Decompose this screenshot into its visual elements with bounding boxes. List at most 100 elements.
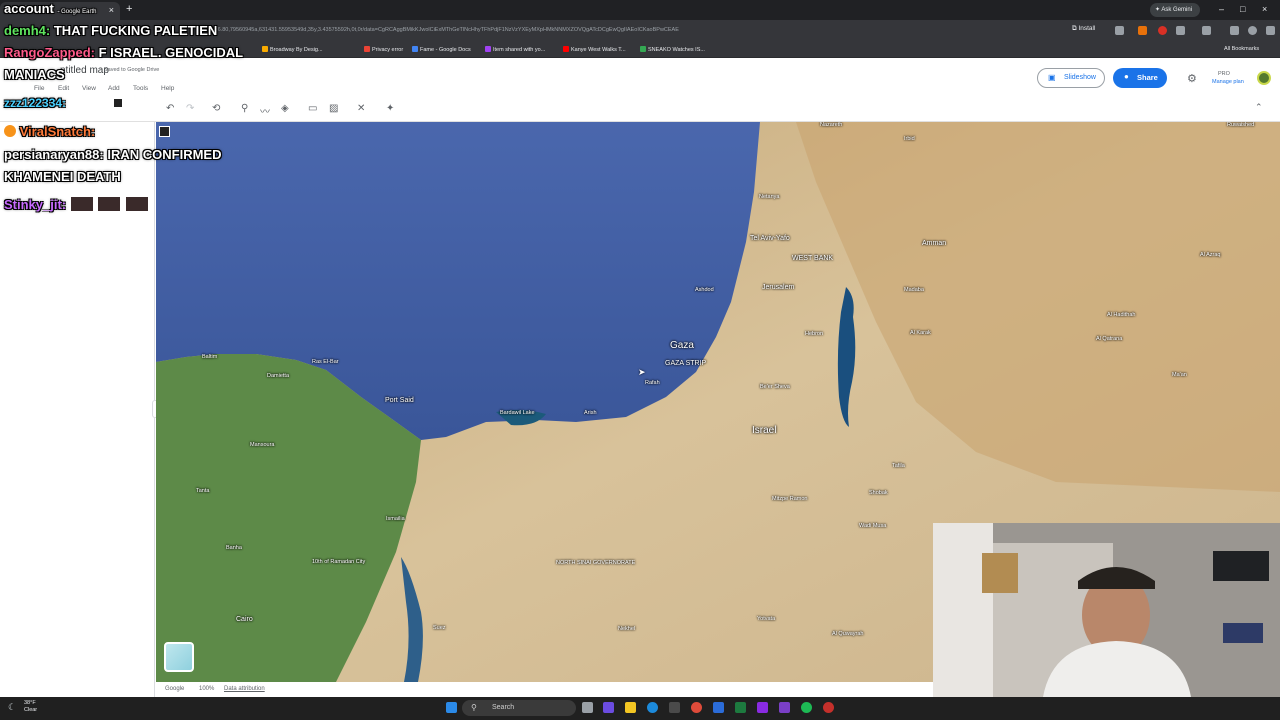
new-tab-icon[interactable]: + <box>126 3 132 15</box>
bookmark-label: Item shared with yo... <box>493 47 546 53</box>
weather-temp: 38°F <box>24 700 36 706</box>
app-icon[interactable] <box>779 702 790 713</box>
downloads-icon[interactable] <box>1230 26 1239 35</box>
settings-gear-icon[interactable]: ⚙ <box>1187 72 1197 85</box>
gemini-sparkle-icon[interactable]: ✦ <box>386 103 394 114</box>
url-field[interactable]: ...76.80,79560945a,631431.55953549d,35y,… <box>210 27 1070 37</box>
history-icon[interactable]: ⟲ <box>212 103 220 114</box>
slideshow-icon: ▣ <box>1048 73 1056 82</box>
chat-text: - Google Earth <box>57 9 97 15</box>
webcam-image <box>933 523 1280 697</box>
extension-icon[interactable] <box>1138 26 1147 35</box>
tools-icon[interactable]: ✕ <box>357 103 365 114</box>
all-bookmarks-button[interactable]: All Bookmarks <box>1224 46 1259 52</box>
chat-username: RangoZapped: <box>4 45 95 60</box>
app-icon[interactable] <box>603 702 614 713</box>
excel-icon[interactable] <box>735 702 746 713</box>
emote-icon <box>69 196 94 212</box>
bookmark-item[interactable]: Broadway By Desig... <box>262 46 323 53</box>
menu-add[interactable]: Add <box>108 85 120 92</box>
map-label-arish: Arish <box>584 410 597 416</box>
bookmark-item[interactable]: Item shared with yo... <box>485 46 545 53</box>
weather-status: Clear <box>24 707 38 713</box>
data-attribution-link[interactable]: Data attribution <box>224 686 265 692</box>
file-explorer-icon[interactable] <box>625 702 636 713</box>
bookmark-item[interactable]: SNEAKO Watches IS... <box>640 46 705 53</box>
draw-path-icon[interactable]: 〰 <box>260 103 270 118</box>
plan-badge: PRO <box>1218 71 1230 77</box>
map-label-ruwaished: Ruwaished <box>1227 122 1255 128</box>
undo-icon[interactable]: ↶ <box>166 103 174 114</box>
map-title[interactable]: ntitled map <box>60 65 109 76</box>
map-label-netanya: Netanya <box>759 194 780 200</box>
map-label-nazareth: Nazareth <box>820 122 843 128</box>
edge-browser-icon[interactable] <box>647 702 658 713</box>
chat-username: demh4: <box>4 23 51 38</box>
map-label-gaza: Gaza <box>670 340 694 351</box>
collapse-toolbar-icon[interactable]: ⌃ <box>1255 102 1263 113</box>
plan-info[interactable]: PRO Manage plan <box>1212 70 1244 86</box>
map-label-gaza-strip: GAZA STRIP <box>665 360 707 367</box>
chat-line: demh4: THAT FUCKING PALETIEN <box>4 23 217 38</box>
weather-widget[interactable]: 38°F Clear <box>24 700 37 714</box>
map-label-baltim: Baltim <box>202 354 218 360</box>
menu-help[interactable]: Help <box>161 85 174 92</box>
map-label-wadi-musa: Wadi Musa <box>859 523 887 529</box>
chat-line: account - Google Earth <box>4 1 97 16</box>
map-label-cairo: Cairo <box>236 616 253 623</box>
chat-username: zzz122334: <box>4 96 67 110</box>
chat-line: persianaryan88: IRAN CONFIRMED <box>4 147 221 162</box>
maximize-icon[interactable]: □ <box>1240 4 1245 14</box>
search-icon: ⚲ <box>471 703 477 712</box>
menu-kebab-icon[interactable] <box>1266 26 1275 35</box>
star-icon[interactable] <box>1115 26 1124 35</box>
emote-icon <box>125 196 149 212</box>
extensions-puzzle-icon[interactable] <box>1176 26 1185 35</box>
account-icon[interactable] <box>1248 26 1257 35</box>
photo-icon[interactable]: ▨ <box>329 103 338 114</box>
chrome-icon[interactable] <box>691 702 702 713</box>
close-window-icon[interactable]: × <box>1262 4 1267 14</box>
install-button[interactable]: ⧉ Install <box>1072 25 1095 33</box>
map-label-north-sinai: NORTH SINAI GOVERNORATE <box>556 560 636 566</box>
menu-edit[interactable]: Edit <box>58 85 69 92</box>
avatar[interactable] <box>1257 71 1271 85</box>
task-view-icon[interactable] <box>582 702 593 713</box>
map-label-madaba: Madaba <box>904 287 924 293</box>
profile-icon[interactable] <box>1202 26 1211 35</box>
ask-gemini-button[interactable]: ✦ Ask Gemini <box>1150 3 1200 17</box>
webcam-overlay <box>933 523 1280 697</box>
redo-icon[interactable]: ↷ <box>186 103 194 114</box>
spotify-icon[interactable] <box>801 702 812 713</box>
bookmark-item[interactable]: Kanye West Walks T... <box>563 46 626 53</box>
map-label-bardawil: Bardawil Lake <box>500 410 535 416</box>
menu-view[interactable]: View <box>82 85 96 92</box>
globe-minimap[interactable] <box>164 642 194 672</box>
bookmark-label: SNEAKO Watches IS... <box>648 47 705 53</box>
map-label-tanta: Tanta <box>196 488 210 494</box>
minimize-icon[interactable]: – <box>1219 4 1224 14</box>
layers-icon[interactable]: ◈ <box>281 103 289 114</box>
slideshow-button[interactable]: ▣ Slideshow <box>1037 68 1105 88</box>
menu-file[interactable]: File <box>34 85 44 92</box>
placemark-icon[interactable]: ⚲ <box>241 103 248 114</box>
windows-start-icon[interactable] <box>446 702 457 713</box>
store-icon[interactable] <box>669 702 680 713</box>
measure-icon[interactable]: ▭ <box>308 103 317 114</box>
menu-tools[interactable]: Tools <box>133 85 148 92</box>
manage-plan-link[interactable]: Manage plan <box>1212 78 1244 86</box>
taskbar-search[interactable]: ⚲ Search <box>462 700 576 716</box>
bookmark-item[interactable]: Privacy error <box>364 46 403 53</box>
map-label-ismailia: Ismailia <box>386 516 405 522</box>
extension-icon[interactable] <box>1158 26 1167 35</box>
saved-status: Saved to Google Drive <box>104 67 160 73</box>
app-icon[interactable] <box>757 702 768 713</box>
install-label: Install <box>1078 25 1096 32</box>
close-tab-icon[interactable]: × <box>109 5 114 15</box>
emote-icon <box>97 196 122 212</box>
zoom-level: 100% <box>199 686 215 692</box>
obs-icon[interactable] <box>823 702 834 713</box>
bookmark-item[interactable]: Fame - Google Docs <box>412 46 471 53</box>
vscode-icon[interactable] <box>713 702 724 713</box>
share-button[interactable]: ● Share <box>1113 68 1167 88</box>
